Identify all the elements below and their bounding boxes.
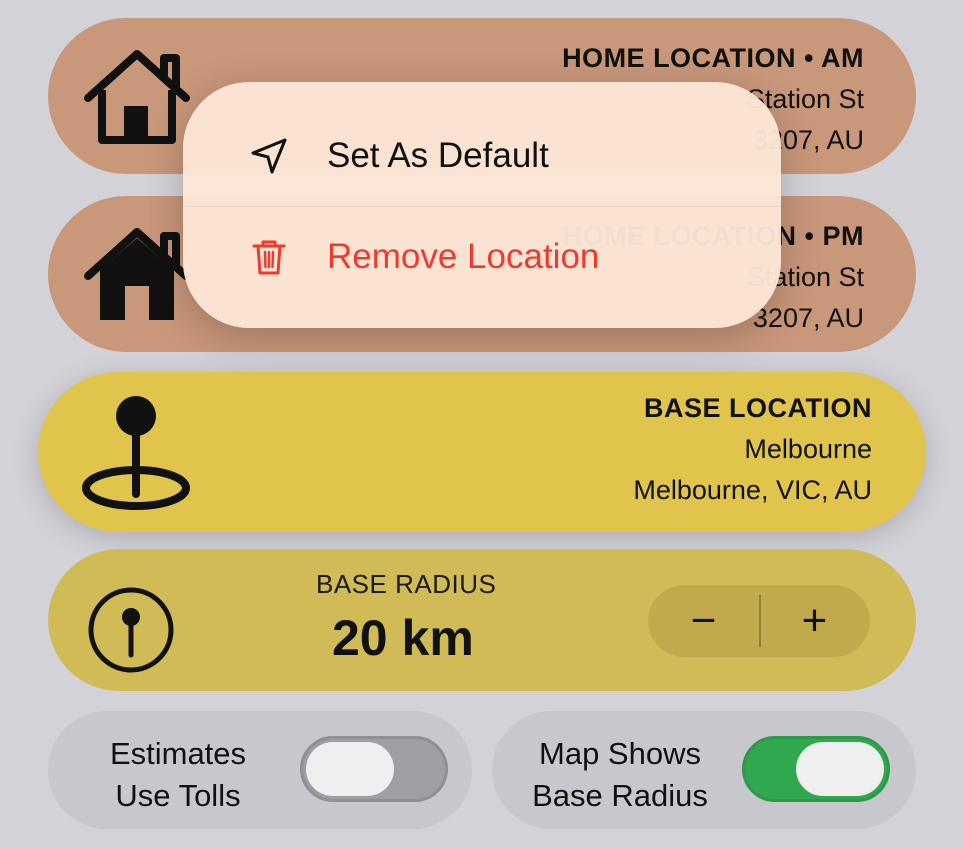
trash-icon: [252, 240, 286, 275]
map-shows-base-radius-card: Map Shows Base Radius: [492, 711, 916, 829]
menu-item-set-as-default[interactable]: Set As Default: [183, 106, 781, 206]
base-location-city: Melbourne: [744, 434, 872, 464]
menu-item-label: Set As Default: [327, 136, 549, 175]
house-filled-icon: [84, 228, 190, 320]
base-location-region: Melbourne, VIC, AU: [633, 475, 872, 505]
base-radius-card: BASE RADIUS 20 km − +: [48, 549, 916, 691]
menu-item-label: Remove Location: [327, 237, 600, 276]
radius-stepper: − +: [648, 585, 870, 657]
estimates-use-tolls-toggle[interactable]: [300, 736, 448, 802]
toggle-knob: [306, 742, 394, 796]
estimates-use-tolls-card: Estimates Use Tolls: [48, 711, 472, 829]
base-radius-label: BASE RADIUS: [316, 569, 497, 599]
toggle-knob: [796, 742, 884, 796]
map-pin-icon: [82, 396, 190, 510]
context-menu: Set As Default Remove Location: [183, 82, 781, 328]
location-arrow-icon: [251, 138, 287, 174]
house-outline-icon: [84, 50, 190, 144]
estimates-use-tolls-label: Estimates Use Tolls: [109, 736, 247, 813]
home-am-title: HOME LOCATION • AM: [562, 43, 864, 73]
radius-increase-button[interactable]: +: [759, 585, 870, 657]
base-radius-value: 20 km: [332, 610, 474, 666]
map-shows-base-radius-toggle[interactable]: [742, 736, 890, 802]
base-location-title: BASE LOCATION: [644, 393, 872, 423]
radius-decrease-button[interactable]: −: [648, 585, 759, 657]
base-location-card[interactable]: BASE LOCATION Melbourne Melbourne, VIC, …: [38, 372, 926, 532]
map-shows-base-radius-label: Map Shows Base Radius: [532, 736, 708, 813]
menu-item-remove-location[interactable]: Remove Location: [183, 207, 781, 307]
compass-pin-icon: [88, 587, 174, 673]
